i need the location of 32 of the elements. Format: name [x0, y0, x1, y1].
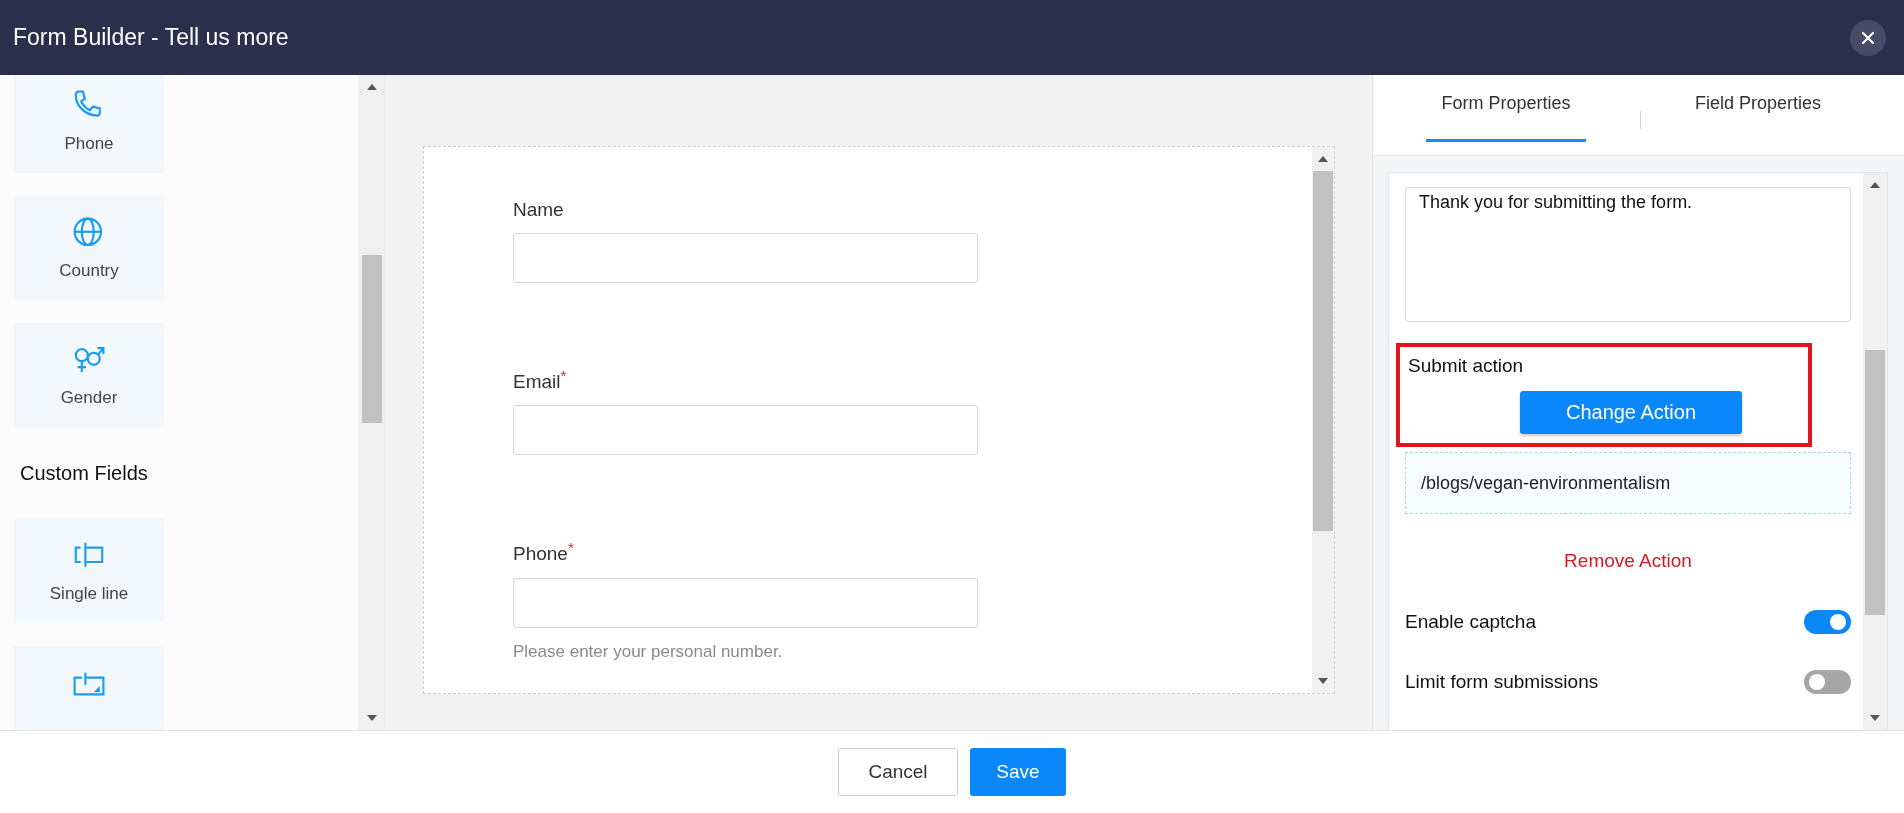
field-type-card[interactable]: Single line [14, 519, 164, 623]
tab[interactable]: Form Properties [1426, 75, 1586, 142]
field-label: Name [513, 199, 565, 221]
close-icon [1860, 29, 1876, 46]
field-type-card[interactable]: Gender [14, 323, 164, 427]
field-type-card[interactable]: Country [14, 196, 164, 300]
field-label: Email$^{*}$ [513, 367, 568, 394]
scrollbar[interactable] [1312, 147, 1334, 693]
input-field[interactable] [513, 577, 978, 628]
setting-label: Enable captcha [1405, 611, 1536, 633]
field-type-card[interactable]: Phone [14, 75, 164, 173]
field-label: Phone$^{*}$ [513, 539, 575, 566]
action-url: /blogs/vegan-environmentalism [1405, 452, 1851, 514]
scrollbar[interactable] [1863, 173, 1887, 730]
message-textarea[interactable]: Thank you for submitting the form. [1405, 187, 1851, 322]
window-title: Form Builder - Tell us more [13, 24, 289, 51]
setting-label: Limit form submissions [1405, 671, 1599, 693]
section-heading: Custom Fields [19, 461, 149, 486]
hint-text: Please enter your personal number. [513, 641, 784, 662]
toggle-switch[interactable] [1804, 610, 1851, 634]
tab[interactable]: Field Properties [1694, 75, 1823, 142]
field-type-card[interactable] [14, 646, 164, 730]
scrollbar[interactable] [358, 75, 385, 730]
save-button[interactable]: Save [970, 748, 1066, 796]
section-label: Submit action [1408, 355, 1525, 377]
cancel-button[interactable]: Cancel [838, 748, 958, 796]
input-field[interactable] [513, 405, 978, 456]
input-field[interactable] [513, 233, 978, 283]
remove-action-link[interactable]: Remove Action [1564, 550, 1692, 572]
toggle-switch[interactable] [1804, 670, 1851, 694]
close-button[interactable] [1850, 19, 1886, 56]
change-action-button[interactable]: Change Action [1520, 391, 1742, 434]
